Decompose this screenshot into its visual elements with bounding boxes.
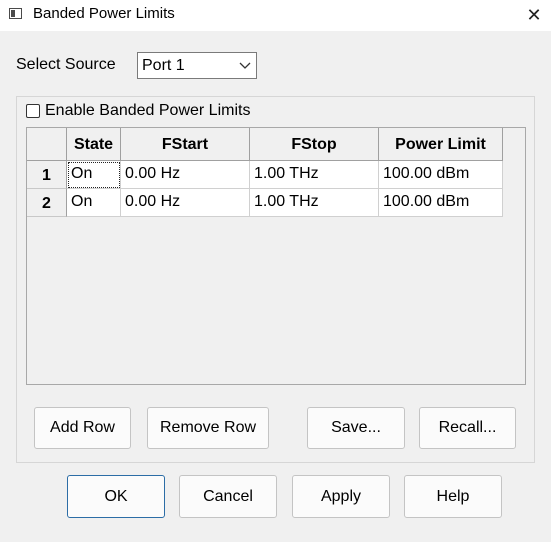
- cell-fstop-row-1[interactable]: 1.00 THz: [250, 161, 379, 189]
- remove-row-button[interactable]: Remove Row: [147, 407, 269, 449]
- row-header-2[interactable]: 2: [27, 189, 67, 217]
- window-app-icon: [9, 8, 22, 19]
- help-button[interactable]: Help: [404, 475, 502, 518]
- title-bar: Banded Power Limits ✕: [0, 0, 551, 31]
- column-header-fstart[interactable]: FStart: [121, 128, 250, 161]
- select-source-label: Select Source: [16, 56, 116, 73]
- recall-button[interactable]: Recall...: [419, 407, 516, 449]
- power-limits-table: State FStart FStop Power Limit 1 On 0.00…: [26, 127, 526, 385]
- column-header-power-limit[interactable]: Power Limit: [379, 128, 503, 161]
- source-dropdown-value: Port 1: [142, 57, 185, 74]
- cell-power-limit-row-2[interactable]: 100.00 dBm: [379, 189, 503, 217]
- cell-fstart-row-2[interactable]: 0.00 Hz: [121, 189, 250, 217]
- close-icon: ✕: [526, 5, 542, 25]
- enable-banded-limits-checkbox[interactable]: [26, 104, 40, 118]
- cell-state-row-2[interactable]: On: [67, 189, 121, 217]
- close-button[interactable]: ✕: [517, 0, 551, 31]
- apply-button[interactable]: Apply: [292, 475, 390, 518]
- table-corner-header: [27, 128, 67, 161]
- cell-power-limit-row-1[interactable]: 100.00 dBm: [379, 161, 503, 189]
- ok-button[interactable]: OK: [67, 475, 165, 518]
- row-header-1[interactable]: 1: [27, 161, 67, 189]
- cell-fstop-row-2[interactable]: 1.00 THz: [250, 189, 379, 217]
- window-title: Banded Power Limits: [33, 5, 175, 22]
- cell-state-row-1[interactable]: On: [67, 161, 121, 189]
- cancel-button[interactable]: Cancel: [179, 475, 277, 518]
- save-button[interactable]: Save...: [307, 407, 405, 449]
- source-dropdown[interactable]: Port 1: [137, 52, 257, 79]
- column-header-fstop[interactable]: FStop: [250, 128, 379, 161]
- cell-fstart-row-1[interactable]: 0.00 Hz: [121, 161, 250, 189]
- enable-banded-limits-row: Enable Banded Power Limits: [26, 101, 250, 121]
- chevron-down-icon: [239, 62, 251, 69]
- column-header-state[interactable]: State: [67, 128, 121, 161]
- add-row-button[interactable]: Add Row: [34, 407, 131, 449]
- enable-banded-limits-label[interactable]: Enable Banded Power Limits: [45, 102, 250, 120]
